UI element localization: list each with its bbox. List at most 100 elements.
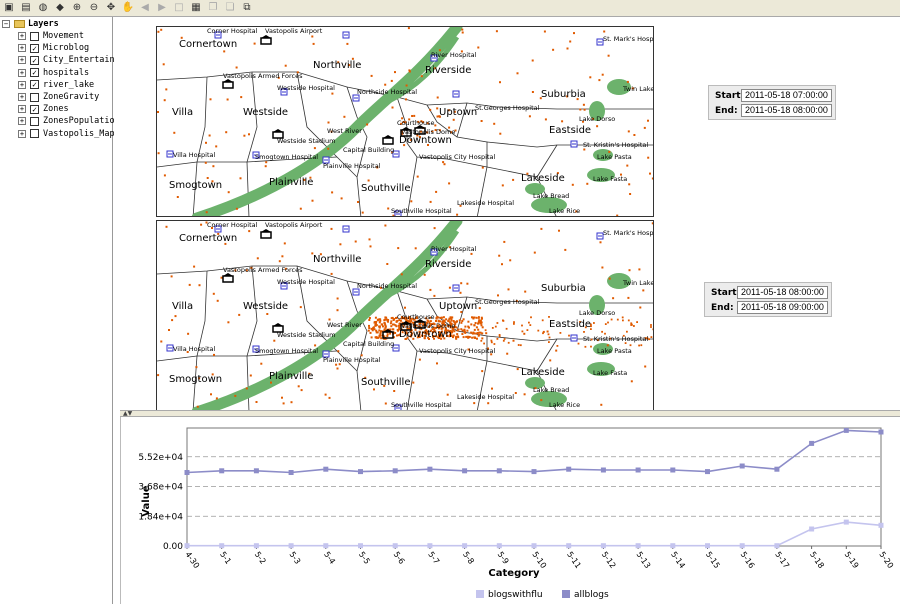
- data-point-allblogs[interactable]: [635, 467, 641, 473]
- landmark-icon[interactable]: [260, 229, 272, 239]
- full-extent-icon[interactable]: ✥: [104, 1, 118, 15]
- layer-item[interactable]: + ✓ Microblog: [18, 42, 89, 54]
- hospital-icon[interactable]: [452, 284, 460, 292]
- panel-splitter[interactable]: ▲▼: [120, 410, 900, 417]
- data-point-allblogs[interactable]: [670, 467, 676, 473]
- hospital-icon[interactable]: [342, 225, 350, 233]
- data-point-allblogs[interactable]: [809, 440, 815, 446]
- data-point-blogswithflu[interactable]: [462, 543, 468, 549]
- pan-icon[interactable]: ✋: [121, 1, 135, 15]
- layers-root[interactable]: − Layers: [2, 18, 59, 30]
- layer-checkbox[interactable]: [30, 31, 39, 41]
- data-point-blogswithflu[interactable]: [566, 543, 572, 549]
- data-point-allblogs[interactable]: [739, 463, 745, 469]
- data-point-allblogs[interactable]: [462, 468, 468, 474]
- data-point-blogswithflu[interactable]: [219, 543, 225, 549]
- layer-checkbox[interactable]: ✓: [30, 104, 39, 114]
- map-canvas[interactable]: Cornertown Northville Riverside Suburbia Vil…: [157, 27, 654, 217]
- data-point-allblogs[interactable]: [531, 469, 537, 475]
- data-point-allblogs[interactable]: [392, 468, 398, 474]
- identify-icon[interactable]: ▦: [189, 1, 203, 15]
- data-point-allblogs[interactable]: [253, 468, 259, 474]
- hospital-icon[interactable]: [342, 31, 350, 39]
- layer-item[interactable]: + ZonesPopulation: [18, 115, 120, 127]
- map-canvas[interactable]: Cornertown Northville Riverside Suburbia Vil…: [157, 221, 654, 411]
- expand-icon[interactable]: +: [18, 56, 26, 65]
- landmark-icon[interactable]: [222, 79, 234, 89]
- data-point-allblogs[interactable]: [427, 466, 433, 472]
- open-icon[interactable]: ▣: [2, 1, 16, 15]
- data-point-blogswithflu[interactable]: [531, 543, 537, 549]
- layers-icon[interactable]: ◆: [53, 1, 67, 15]
- data-point-blogswithflu[interactable]: [878, 522, 884, 528]
- data-point-blogswithflu[interactable]: [739, 543, 745, 549]
- hospital-icon[interactable]: [570, 334, 578, 342]
- data-point-allblogs[interactable]: [705, 469, 710, 475]
- layer-checkbox[interactable]: [30, 92, 39, 102]
- data-point-allblogs[interactable]: [600, 467, 606, 473]
- export-icon[interactable]: ⧉: [240, 1, 254, 15]
- data-point-blogswithflu[interactable]: [670, 543, 676, 549]
- expand-icon[interactable]: +: [18, 129, 26, 138]
- collapse-arrows-icon[interactable]: ▲▼: [123, 410, 132, 417]
- start-time-field[interactable]: 2011-05-18 07:00:00: [741, 89, 832, 102]
- paste-icon[interactable]: ❏: [223, 1, 237, 15]
- layer-checkbox[interactable]: ✓: [30, 55, 39, 65]
- data-point-blogswithflu[interactable]: [809, 526, 815, 532]
- collapse-icon[interactable]: −: [2, 20, 10, 28]
- end-time-field[interactable]: 2011-05-18 09:00:00: [737, 301, 828, 314]
- map-frame-2[interactable]: Cornertown Northville Riverside Suburbia Vil…: [156, 220, 654, 411]
- end-time-field[interactable]: 2011-05-18 08:00:00: [741, 104, 832, 117]
- data-point-blogswithflu[interactable]: [184, 543, 190, 549]
- zoom-in-icon[interactable]: ⊕: [70, 1, 84, 15]
- data-point-blogswithflu[interactable]: [288, 543, 294, 549]
- layer-item[interactable]: + ZoneGravity: [18, 91, 99, 103]
- data-point-blogswithflu[interactable]: [392, 543, 398, 549]
- layer-item[interactable]: + ✓ river_lake: [18, 79, 94, 91]
- data-point-allblogs[interactable]: [323, 466, 329, 472]
- expand-icon[interactable]: +: [18, 117, 26, 126]
- expand-icon[interactable]: +: [18, 93, 26, 101]
- landmark-icon[interactable]: [382, 135, 394, 145]
- layer-item[interactable]: + ✓ City_Entertain: [18, 54, 115, 66]
- data-point-allblogs[interactable]: [358, 469, 363, 475]
- landmark-icon[interactable]: [260, 35, 272, 45]
- layer-checkbox[interactable]: ✓: [30, 80, 39, 90]
- zoom-out-icon[interactable]: ⊖: [87, 1, 101, 15]
- layer-item[interactable]: + Movement: [18, 30, 84, 42]
- layer-checkbox[interactable]: ✓: [30, 68, 39, 78]
- copy-icon[interactable]: ❐: [206, 1, 220, 15]
- data-point-allblogs[interactable]: [843, 427, 849, 433]
- back-icon[interactable]: ◀: [138, 1, 152, 15]
- data-point-allblogs[interactable]: [219, 468, 225, 474]
- layer-item[interactable]: + ✓ hospitals: [18, 67, 89, 79]
- data-point-blogswithflu[interactable]: [705, 543, 710, 549]
- data-point-allblogs[interactable]: [496, 468, 502, 474]
- data-point-allblogs[interactable]: [184, 470, 190, 475]
- data-point-blogswithflu[interactable]: [635, 543, 641, 549]
- data-point-blogswithflu[interactable]: [600, 543, 606, 549]
- data-point-blogswithflu[interactable]: [496, 543, 502, 549]
- forward-icon[interactable]: ▶: [155, 1, 169, 15]
- data-point-blogswithflu[interactable]: [843, 519, 849, 525]
- layer-checkbox[interactable]: ✓: [30, 43, 39, 53]
- data-point-blogswithflu[interactable]: [253, 543, 259, 549]
- expand-icon[interactable]: +: [18, 32, 26, 40]
- start-time-field[interactable]: 2011-05-18 08:00:00: [737, 286, 828, 299]
- save-icon[interactable]: ▤: [19, 1, 33, 15]
- map-frame-1[interactable]: Cornertown Northville Riverside Suburbia Vil…: [156, 26, 654, 217]
- landmark-icon[interactable]: [222, 273, 234, 283]
- layer-checkbox[interactable]: [30, 116, 39, 126]
- select-icon[interactable]: □: [172, 1, 186, 15]
- data-point-allblogs[interactable]: [566, 466, 572, 472]
- layer-checkbox[interactable]: [30, 129, 39, 139]
- hospital-icon[interactable]: [452, 90, 460, 98]
- expand-icon[interactable]: +: [18, 105, 26, 114]
- data-point-blogswithflu[interactable]: [427, 543, 433, 549]
- globe-icon[interactable]: ◍: [36, 1, 50, 15]
- data-point-blogswithflu[interactable]: [358, 543, 363, 549]
- data-point-allblogs[interactable]: [878, 429, 884, 435]
- data-point-allblogs[interactable]: [774, 466, 780, 472]
- hospital-icon[interactable]: [570, 140, 578, 148]
- data-point-blogswithflu[interactable]: [774, 543, 780, 549]
